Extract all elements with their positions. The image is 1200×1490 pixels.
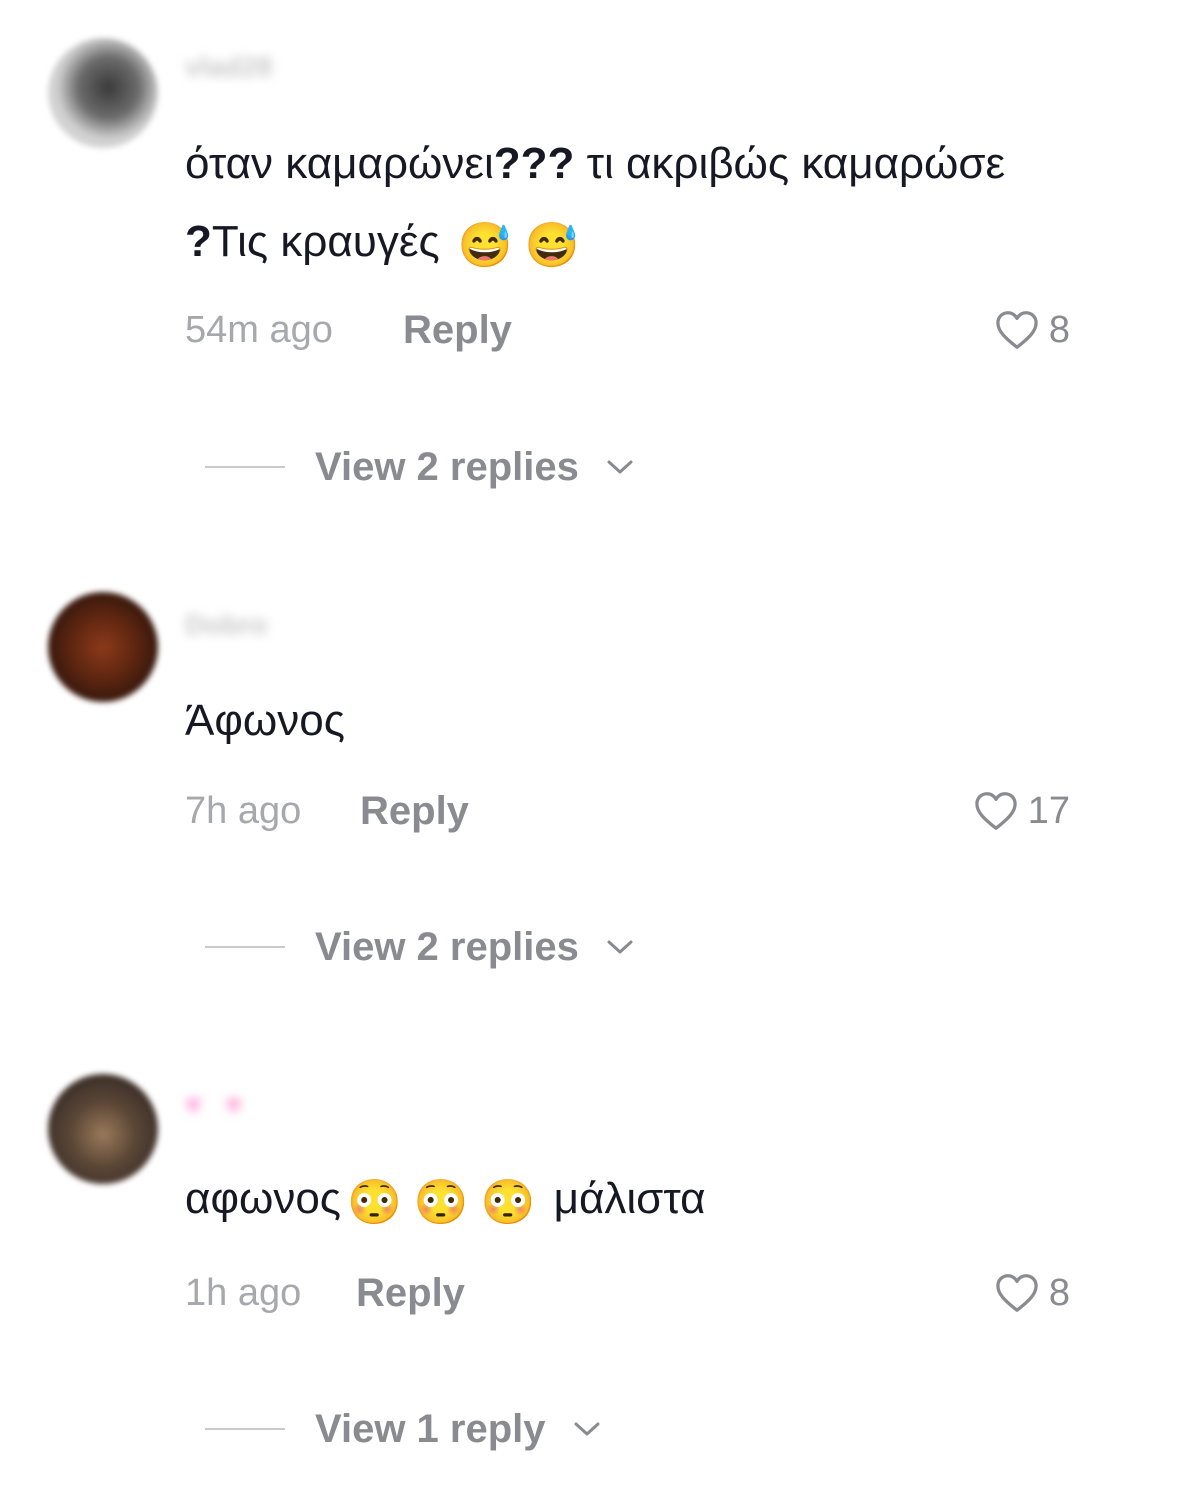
divider [205, 466, 285, 468]
heart-outline-icon [996, 311, 1038, 349]
divider [205, 1428, 285, 1430]
username[interactable]: ♥ ♥ [185, 1090, 250, 1120]
emoji: 😳 [347, 1178, 402, 1227]
comment-text: αφωνος 😳 😳 😳 μάλιστα [185, 1174, 706, 1227]
chevron-down-icon [574, 1422, 600, 1436]
view-replies-label: View 1 reply [315, 1407, 546, 1451]
view-replies-button[interactable]: View 1 reply [205, 1404, 602, 1454]
timestamp: 7h ago [185, 790, 302, 832]
comment-text: όταν καμαρώνει??? τι ακριβώς καμαρώσε ?Τι… [185, 139, 1006, 270]
view-replies-label: View 2 replies [315, 925, 579, 969]
like-count: 17 [1027, 790, 1070, 832]
like-button[interactable]: 17 [974, 786, 1070, 836]
like-count: 8 [1048, 1272, 1070, 1314]
emoji: 😅 [457, 221, 513, 270]
avatar[interactable] [48, 1074, 158, 1184]
comment-meta: 7h ago Reply 17 [185, 786, 1070, 836]
avatar[interactable] [48, 38, 158, 148]
timestamp: 54m ago [185, 309, 333, 351]
divider [205, 946, 285, 948]
emoji: 😳 [413, 1178, 469, 1227]
timestamp: 1h ago [185, 1272, 302, 1314]
chevron-down-icon [607, 940, 633, 954]
username[interactable]: Dobro [185, 610, 267, 640]
emoji: 😅 [524, 221, 580, 270]
reply-button[interactable]: Reply [360, 786, 469, 836]
username[interactable]: vlad28 [185, 52, 272, 82]
like-count: 8 [1048, 309, 1070, 351]
like-button[interactable]: 8 [995, 305, 1070, 355]
view-replies-label: View 2 replies [315, 445, 579, 489]
reply-button[interactable]: Reply [356, 1268, 465, 1318]
chevron-down-icon [607, 460, 633, 474]
emoji: 😳 [480, 1178, 536, 1227]
heart-outline-icon [996, 1274, 1038, 1312]
comment-text: Άφωνος [185, 696, 345, 745]
heart-outline-icon [974, 792, 1017, 830]
comment-meta: 54m ago Reply 8 [185, 305, 1070, 355]
comment-meta: 1h ago Reply 8 [185, 1268, 1070, 1318]
view-replies-button[interactable]: View 2 replies [205, 922, 635, 972]
avatar[interactable] [48, 592, 158, 702]
like-button[interactable]: 8 [995, 1268, 1070, 1318]
reply-button[interactable]: Reply [403, 305, 512, 355]
view-replies-button[interactable]: View 2 replies [205, 442, 635, 492]
